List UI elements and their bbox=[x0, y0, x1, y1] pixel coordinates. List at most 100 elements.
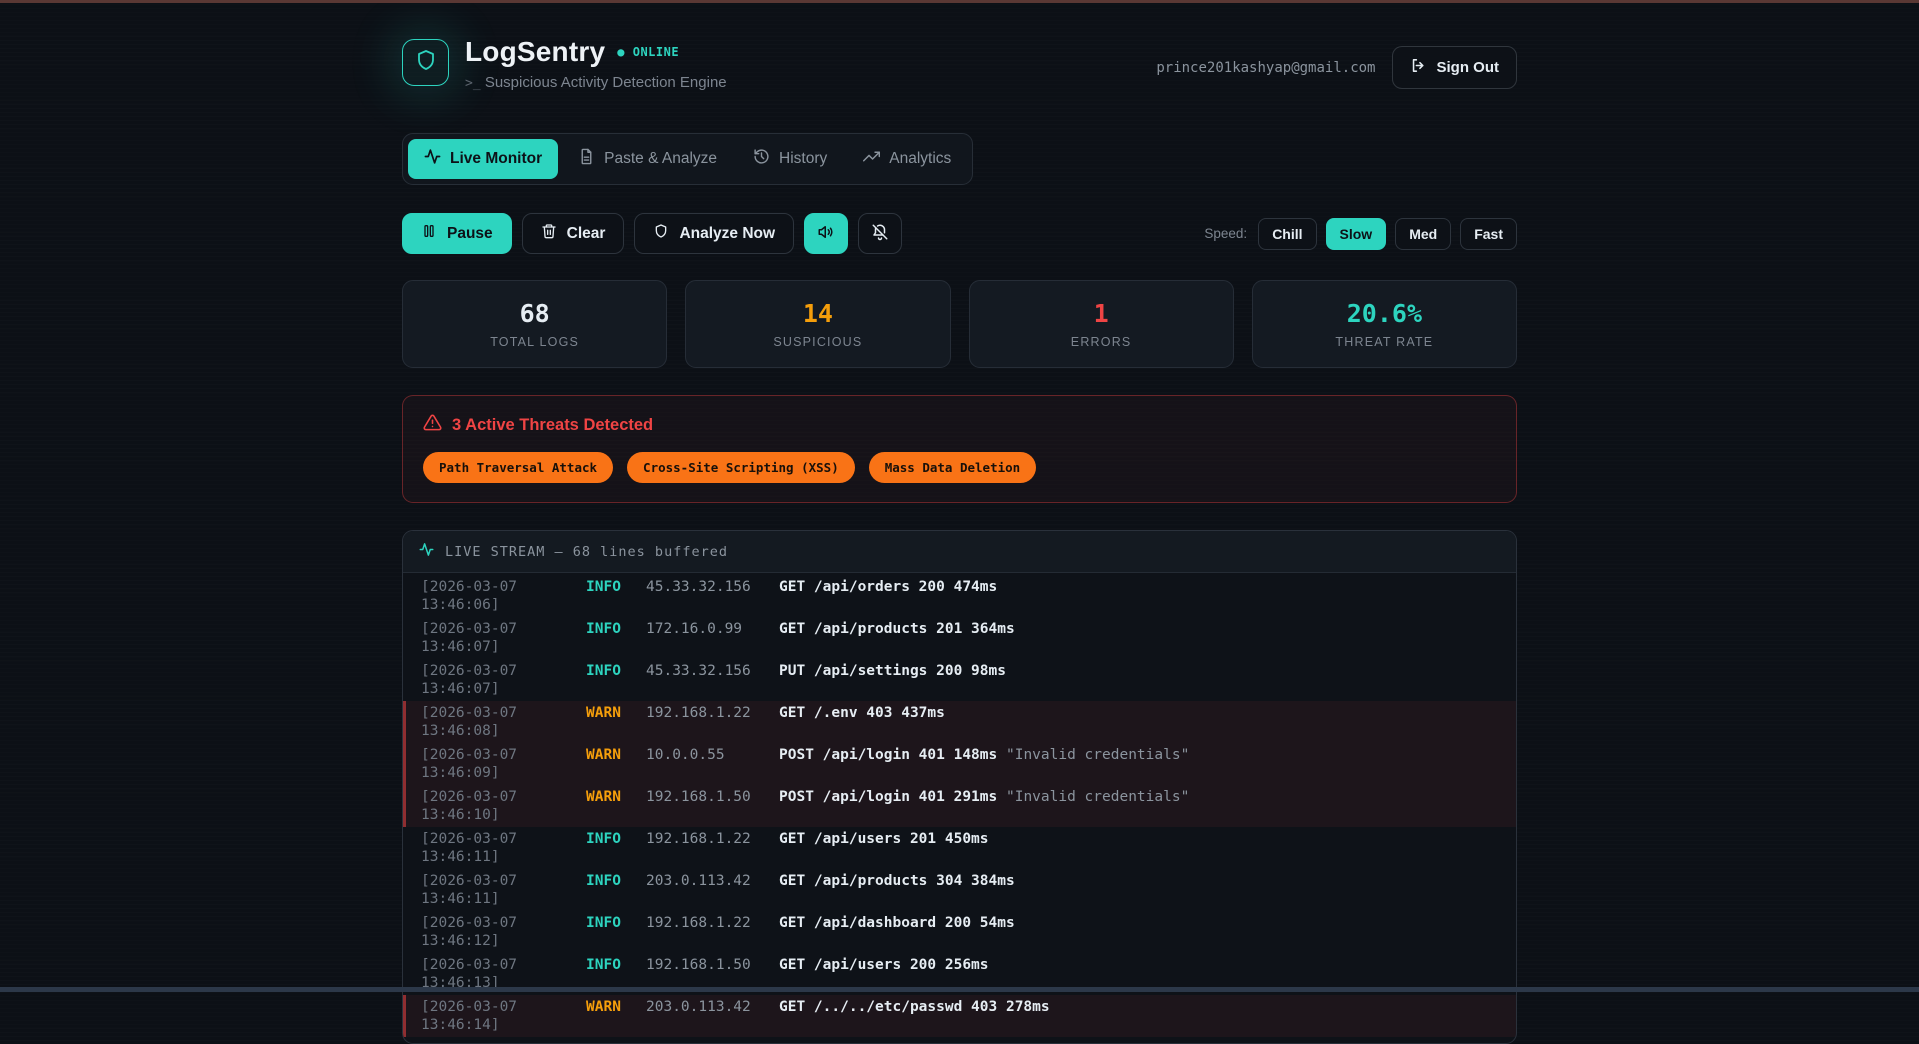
log-message: GET /api/orders 200 474ms bbox=[779, 579, 998, 595]
volume-icon bbox=[817, 223, 835, 244]
speed-chill-button[interactable]: Chill bbox=[1258, 217, 1317, 250]
shield-icon bbox=[653, 223, 669, 244]
status-badge: ● ONLINE bbox=[617, 45, 680, 59]
log-row: [2026-03-07 13:46:12] INFO 192.168.1.22 … bbox=[403, 911, 1516, 953]
active-threats-alert: 3 Active Threats Detected Path Traversal… bbox=[402, 395, 1517, 503]
app-header: LogSentry ● ONLINE >_ Suspicious Activit… bbox=[402, 36, 1517, 91]
log-level: WARN bbox=[586, 747, 621, 763]
trash-icon bbox=[541, 223, 557, 244]
prompt-icon: >_ bbox=[465, 76, 481, 91]
threat-badge: Cross-Site Scripting (XSS) bbox=[627, 452, 855, 483]
threat-indicator-bar bbox=[0, 0, 1919, 3]
stats-row: 68 TOTAL LOGS 14 SUSPICIOUS 1 ERRORS 20.… bbox=[402, 280, 1517, 368]
document-icon bbox=[578, 148, 595, 170]
speed-controls: Speed: Chill Slow Med Fast bbox=[1204, 217, 1517, 250]
sign-out-button[interactable]: Sign Out bbox=[1391, 46, 1517, 89]
live-stream-header: LIVE STREAM — 68 lines buffered bbox=[403, 531, 1516, 573]
stat-threat-rate: 20.6% THREAT RATE bbox=[1251, 280, 1517, 368]
bottom-edge-bar bbox=[0, 987, 1919, 992]
log-timestamp: [2026-03-07 13:46:11] bbox=[421, 831, 518, 865]
tab-history[interactable]: History bbox=[737, 139, 843, 179]
log-timestamp: [2026-03-07 13:46:10] bbox=[421, 789, 518, 823]
log-note: "Invalid credentials" bbox=[1005, 747, 1190, 763]
log-ip: 10.0.0.55 bbox=[646, 747, 725, 763]
threat-badge: Mass Data Deletion bbox=[868, 452, 1037, 483]
log-timestamp: [2026-03-07 13:46:07] bbox=[421, 663, 518, 697]
log-row: [2026-03-07 13:46:07] INFO 172.16.0.99 G… bbox=[403, 617, 1516, 659]
log-timestamp: [2026-03-07 13:46:09] bbox=[421, 747, 518, 781]
log-level: INFO bbox=[586, 663, 621, 679]
stat-label: THREAT RATE bbox=[1335, 335, 1434, 349]
log-ip: 203.0.113.42 bbox=[646, 999, 751, 1015]
log-message: POST /api/login 401 148ms "Invalid crede… bbox=[779, 747, 1190, 763]
log-row: [2026-03-07 13:46:10] WARN 192.168.1.50 … bbox=[403, 785, 1516, 827]
analyze-now-button[interactable]: Analyze Now bbox=[634, 213, 795, 254]
log-timestamp: [2026-03-07 13:46:12] bbox=[421, 915, 518, 949]
tab-live-monitor[interactable]: Live Monitor bbox=[408, 139, 559, 179]
log-level: WARN bbox=[586, 705, 621, 721]
stat-label: SUSPICIOUS bbox=[773, 335, 863, 349]
log-level: INFO bbox=[586, 831, 621, 847]
trending-up-icon bbox=[863, 148, 881, 170]
log-list[interactable]: [2026-03-07 13:46:06] INFO 45.33.32.156 … bbox=[403, 573, 1516, 1043]
log-level: WARN bbox=[586, 789, 621, 805]
stat-value: 1 bbox=[1093, 299, 1109, 328]
user-email: prince201kashyap@gmail.com bbox=[1156, 59, 1376, 76]
history-icon bbox=[753, 148, 770, 170]
notifications-off-button[interactable] bbox=[858, 213, 903, 254]
log-row: [2026-03-07 13:46:09] WARN 10.0.0.55 POS… bbox=[403, 743, 1516, 785]
warning-triangle-icon bbox=[423, 413, 442, 437]
stat-label: ERRORS bbox=[1070, 335, 1132, 349]
stat-suspicious: 14 SUSPICIOUS bbox=[685, 280, 951, 368]
log-ip: 45.33.32.156 bbox=[646, 579, 751, 595]
stat-value: 68 bbox=[519, 299, 550, 328]
stat-value: 14 bbox=[802, 299, 833, 328]
log-level: INFO bbox=[586, 915, 621, 931]
log-ip: 192.168.1.50 bbox=[646, 789, 751, 805]
log-timestamp: [2026-03-07 13:46:08] bbox=[421, 705, 518, 739]
log-level: INFO bbox=[586, 579, 621, 595]
log-timestamp: [2026-03-07 13:46:11] bbox=[421, 873, 518, 907]
stat-errors: 1 ERRORS bbox=[968, 280, 1234, 368]
shield-icon bbox=[414, 48, 438, 77]
live-stream-panel: LIVE STREAM — 68 lines buffered [2026-03… bbox=[402, 530, 1517, 1044]
tab-paste-analyze[interactable]: Paste & Analyze bbox=[562, 139, 733, 179]
speed-med-button[interactable]: Med bbox=[1395, 217, 1452, 250]
app-subtitle: >_ Suspicious Activity Detection Engine bbox=[465, 74, 727, 91]
log-level: INFO bbox=[586, 621, 621, 637]
log-row: [2026-03-07 13:46:11] INFO 192.168.1.22 … bbox=[403, 827, 1516, 869]
clear-button[interactable]: Clear bbox=[521, 213, 625, 254]
log-message: PUT /api/settings 200 98ms bbox=[779, 663, 1006, 679]
stat-label: TOTAL LOGS bbox=[490, 335, 580, 349]
log-message: GET /api/products 304 384ms bbox=[779, 873, 1015, 889]
log-ip: 45.33.32.156 bbox=[646, 663, 751, 679]
log-message: GET /api/products 201 364ms bbox=[779, 621, 1015, 637]
log-ip: 192.168.1.22 bbox=[646, 915, 751, 931]
log-timestamp: [2026-03-07 13:46:07] bbox=[421, 621, 518, 655]
stat-value: 20.6% bbox=[1346, 299, 1422, 328]
activity-icon bbox=[424, 148, 441, 170]
log-level: INFO bbox=[586, 873, 621, 889]
log-message: POST /api/login 401 291ms "Invalid crede… bbox=[779, 789, 1190, 805]
threat-badges: Path Traversal Attack Cross-Site Scripti… bbox=[423, 452, 1496, 483]
speed-fast-button[interactable]: Fast bbox=[1460, 217, 1517, 250]
log-message: GET /../../etc/passwd 403 278ms bbox=[779, 999, 1050, 1015]
activity-icon bbox=[419, 542, 434, 561]
log-row: [2026-03-07 13:46:14] WARN 203.0.113.42 … bbox=[403, 995, 1516, 1037]
speed-label: Speed: bbox=[1204, 226, 1248, 241]
log-message: GET /api/users 201 450ms bbox=[779, 831, 989, 847]
page-title: LogSentry bbox=[465, 36, 606, 67]
speed-slow-button[interactable]: Slow bbox=[1325, 217, 1387, 250]
bell-off-icon bbox=[871, 223, 889, 244]
log-row: [2026-03-07 13:46:08] WARN 192.168.1.22 … bbox=[403, 701, 1516, 743]
controls-row: Pause Clear Analyze Now Speed: Chill Slo… bbox=[402, 213, 1517, 254]
log-row: [2026-03-07 13:46:07] INFO 45.33.32.156 … bbox=[403, 659, 1516, 701]
log-ip: 172.16.0.99 bbox=[646, 621, 743, 637]
tab-analytics[interactable]: Analytics bbox=[847, 139, 967, 179]
sound-toggle-button[interactable] bbox=[804, 213, 849, 254]
pause-button[interactable]: Pause bbox=[402, 213, 512, 254]
brand: LogSentry ● ONLINE >_ Suspicious Activit… bbox=[402, 36, 727, 91]
log-timestamp: [2026-03-07 13:46:14] bbox=[421, 999, 518, 1033]
log-row: [2026-03-07 13:46:06] INFO 45.33.32.156 … bbox=[403, 575, 1516, 617]
main-container: LogSentry ● ONLINE >_ Suspicious Activit… bbox=[402, 0, 1517, 1044]
